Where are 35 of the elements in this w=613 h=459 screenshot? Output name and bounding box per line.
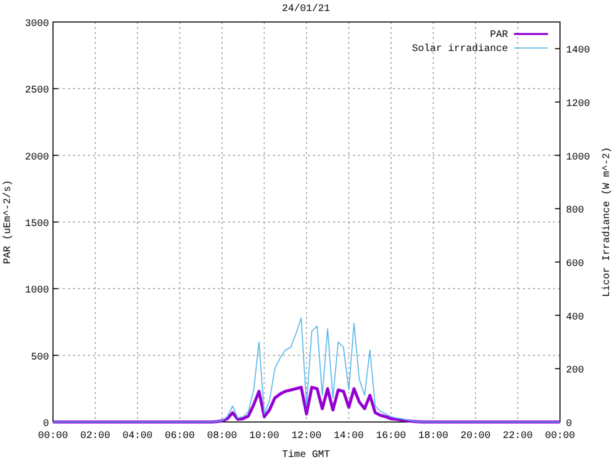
axis-tick-label: 06:00 [164, 431, 195, 442]
axis-tick-label: 14:00 [334, 431, 364, 442]
axis-tick-label: 1400 [566, 46, 590, 57]
axis-tick-label: 500 [30, 352, 49, 364]
axis-tick-label: 400 [566, 312, 584, 324]
axis-tick-label: 600 [566, 259, 584, 270]
axis-tick-label: 04:00 [122, 431, 152, 442]
axis-tick-label: 2500 [24, 86, 49, 97]
axis-tick-label: 1000 [566, 152, 590, 164]
axis-tick-label: 0 [566, 419, 572, 430]
axis-tick-label: 00:00 [38, 431, 68, 442]
axis-tick-label: 00:00 [545, 431, 575, 442]
axis-tick-label: 3000 [24, 19, 49, 30]
x-axis-label: Time GMT [282, 450, 330, 459]
axis-tick-label: 08:00 [207, 431, 237, 442]
axis-tick-label: 800 [566, 206, 584, 217]
axis-tick-label: 2000 [24, 152, 49, 164]
axis-tick-label: 0 [42, 419, 49, 430]
legend-label: PAR [490, 30, 508, 41]
axis-tick-label: 12:00 [292, 431, 322, 442]
axis-tick-label: 1000 [24, 286, 49, 297]
legend-line [514, 33, 548, 35]
axis-tick-label: 1200 [566, 99, 590, 110]
axis-tick-label: 200 [566, 366, 584, 377]
y-axis-label: PAR (uEm^-2/s) [3, 180, 14, 264]
axis-tick-label: 10:00 [249, 431, 280, 442]
axis-tick-label: 02:00 [80, 431, 110, 442]
chart-title: 24/01/21 [282, 4, 330, 15]
axis-tick-label: 1500 [24, 219, 49, 230]
axis-tick-label: 22:00 [502, 431, 533, 442]
axis-tick-label: 18:00 [418, 431, 448, 442]
y2-axis-label: Licor Irradiance (W m^-2) [602, 146, 613, 298]
legend-label: Solar irradiance [412, 44, 508, 55]
axis-tick-label: 20:00 [460, 431, 490, 442]
axis-tick-label: 16:00 [376, 431, 406, 442]
